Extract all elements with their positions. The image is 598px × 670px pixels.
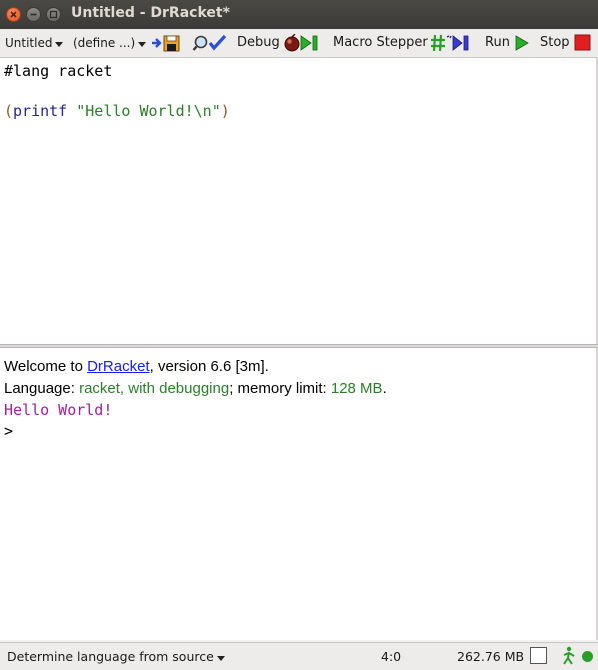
string-literal: "Hello World!\n" [76, 102, 221, 120]
language-prefix: Language: [4, 380, 80, 397]
toolbar: Untitled (define ...) Debug Macro Steppe… [0, 29, 598, 58]
program-output: Hello World! [4, 401, 113, 419]
status-bar: Determine language from source 4:0 262.7… [0, 642, 598, 670]
stop-label: Stop [540, 35, 570, 50]
definitions-editor[interactable]: #lang racket (printf "Hello World!\n") [0, 58, 598, 344]
close-icon [10, 11, 17, 18]
run-icon [515, 35, 529, 51]
open-paren: ( [4, 102, 14, 120]
welcome-prefix: Welcome to [4, 358, 88, 375]
save-button[interactable] [151, 33, 183, 53]
debug-label: Debug [237, 35, 280, 50]
minimize-window-button[interactable] [26, 7, 41, 22]
file-menu[interactable]: Untitled [5, 33, 64, 53]
save-icon [152, 35, 180, 52]
chevron-down-icon [55, 41, 64, 47]
drracket-link[interactable]: DrRacket [87, 358, 150, 375]
memory-limit: 128 MB [330, 380, 383, 397]
language-line: Language: racket, with debugging; memory… [4, 380, 387, 397]
stop-button[interactable]: Stop [540, 33, 592, 53]
stop-icon [574, 34, 591, 51]
chevron-down-icon [138, 41, 147, 47]
function-name: printf [13, 102, 68, 120]
interactions-pane[interactable]: Welcome to DrRacket, version 6.6 [3m]. L… [0, 348, 598, 640]
language-selector[interactable]: Determine language from source [7, 649, 225, 664]
title-bar: Untitled - DrRacket* [0, 0, 598, 29]
define-menu-label: (define ...) [73, 36, 136, 50]
code-line-1: #lang racket [4, 62, 113, 80]
close-window-button[interactable] [6, 7, 21, 22]
gc-indicator-icon [582, 651, 593, 662]
run-button[interactable]: Run [485, 33, 530, 53]
minimize-icon [30, 13, 37, 16]
cursor-position: 4:0 [381, 649, 402, 664]
language-end: . [382, 380, 387, 397]
repl-prompt[interactable]: > [4, 422, 13, 440]
debug-button[interactable]: Debug [237, 33, 321, 53]
code-line-2: (printf "Hello World!\n") [4, 102, 230, 120]
file-menu-label: Untitled [5, 36, 53, 50]
running-man-icon [563, 646, 575, 665]
macro-stepper-icon [430, 34, 469, 52]
check-syntax-button[interactable] [192, 33, 228, 53]
language-value: racket, with debugging [79, 380, 230, 397]
close-paren: ) [220, 102, 230, 120]
magnifier-check-icon [192, 34, 227, 51]
language-selector-label: Determine language from source [7, 649, 214, 664]
memory-usage: 262.76 MB [457, 649, 525, 664]
welcome-line: Welcome to DrRacket, version 6.6 [3m]. [4, 358, 269, 375]
maximize-window-button[interactable] [46, 7, 61, 22]
welcome-suffix: , version 6.6 [3m]. [149, 358, 269, 375]
memory-checkbox[interactable] [530, 647, 547, 664]
debug-icon [284, 34, 318, 52]
macro-stepper-button[interactable]: Macro Stepper [333, 33, 471, 53]
window-title: Untitled - DrRacket* [71, 5, 230, 21]
maximize-icon [49, 10, 58, 19]
run-label: Run [485, 35, 510, 50]
language-mid: ; memory limit: [229, 380, 331, 397]
chevron-down-icon [216, 656, 225, 661]
define-menu[interactable]: (define ...) [73, 33, 147, 53]
macro-stepper-label: Macro Stepper [333, 35, 428, 50]
